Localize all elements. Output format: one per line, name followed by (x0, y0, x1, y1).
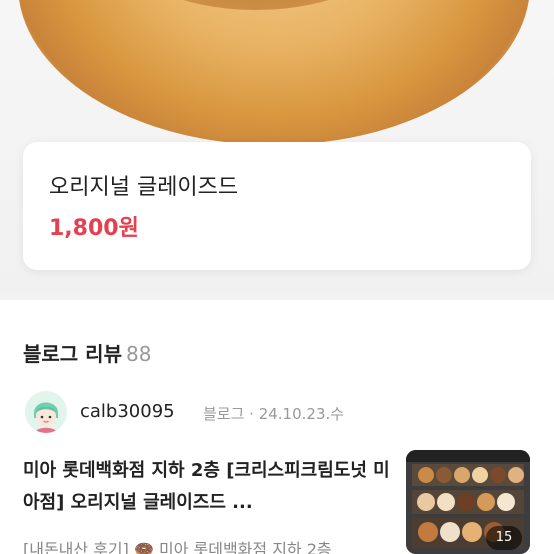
review-meta: 블로그 · 24.10.23.수 (203, 405, 345, 423)
product-price: 1,800원 (49, 216, 139, 241)
section-divider (0, 292, 554, 300)
review-section-label: 블로그 리뷰 (23, 342, 122, 366)
review-title[interactable]: 미아 롯데백화점 지하 2층 [크리스피크림도넛 미아점] 오리지널 글레이즈드… (23, 455, 393, 519)
product-info-card: 오리지널 글레이즈드 1,800원 (23, 142, 531, 270)
review-thumbnail[interactable]: 15 (406, 450, 530, 554)
donut-photo (18, 0, 530, 145)
product-name: 오리지널 글레이즈드 (49, 175, 239, 200)
avatar[interactable] (25, 391, 67, 433)
author-name[interactable]: calb30095 (80, 401, 175, 422)
photo-count-badge: 15 (486, 526, 522, 550)
review-section-title: 블로그 리뷰 88 (23, 338, 151, 367)
avatar-icon (25, 391, 67, 433)
review-excerpt[interactable]: [내돈내산 후기] 🍩 미아 롯데백화점 지하 2층 (23, 536, 393, 554)
review-count: 88 (125, 342, 152, 366)
